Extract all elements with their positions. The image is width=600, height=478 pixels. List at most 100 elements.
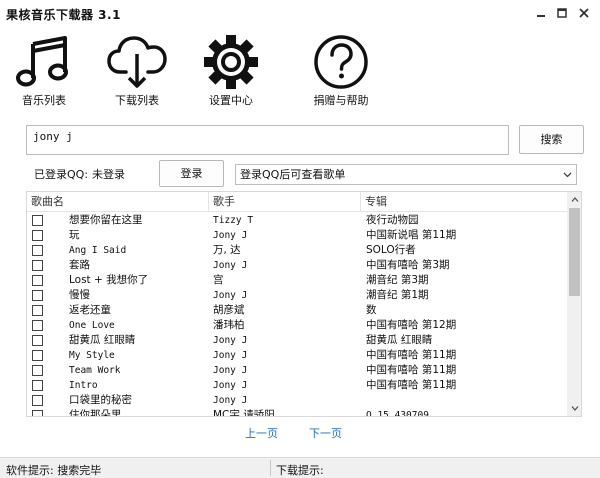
toolbar-label: 设置中心 [209, 94, 253, 107]
song-name-cell: 口袋里的秘密 [69, 394, 132, 406]
song-name-cell: One Love [69, 320, 115, 331]
cloud-download-icon [107, 34, 167, 93]
close-button[interactable] [575, 4, 593, 22]
table-row[interactable]: Ang I Said 万, 达 SOLO行者 [27, 243, 567, 258]
album-cell: 甜黄瓜 红眼睛 [366, 334, 433, 346]
row-checkbox[interactable] [32, 230, 43, 241]
vertical-scrollbar[interactable] [567, 192, 581, 416]
song-name-cell: 甜黄瓜 红眼睛 [69, 334, 136, 346]
toolbar-label: 捐赠与帮助 [313, 94, 369, 107]
singer-cell: Jony J [213, 365, 248, 376]
toolbar-download-list[interactable]: 下载列表 [97, 34, 177, 107]
singer-cell: Jony J [213, 350, 248, 361]
row-checkbox[interactable] [32, 320, 43, 331]
singer-cell: Jony J [213, 230, 248, 241]
login-button[interactable]: 登录 [159, 160, 224, 187]
row-checkbox[interactable] [32, 305, 43, 316]
maximize-icon [557, 8, 567, 18]
singer-cell: Jony J [213, 395, 248, 406]
singer-cell: MC宇 请骄阳 [213, 409, 275, 417]
maximize-button[interactable] [553, 4, 571, 22]
row-checkbox[interactable] [32, 365, 43, 376]
row-checkbox[interactable] [32, 350, 43, 361]
song-table: 歌曲名 歌手 专辑 想要你留在这里 Tizzy T 夜行动物园玩 Jony J 中国新说… [26, 191, 582, 417]
search-input[interactable]: jony j [26, 125, 509, 155]
song-name-cell: Ang I Said [69, 245, 127, 256]
music-note-icon [16, 34, 72, 91]
row-checkbox[interactable] [32, 215, 43, 226]
question-icon [313, 34, 369, 93]
window-title: 果核音乐下载器 3.1 [6, 8, 121, 22]
row-checkbox[interactable] [32, 335, 43, 346]
login-status-value: 未登录 [92, 168, 126, 181]
album-cell: 数 [366, 304, 377, 316]
album-cell: 中国有嘻哈 第12期 [366, 319, 457, 331]
album-cell: 潮音纪 第3期 [366, 274, 429, 286]
download-status: 下载提示: [276, 464, 324, 477]
row-checkbox[interactable] [32, 275, 43, 286]
prev-page-link[interactable]: 上一页 [245, 425, 278, 441]
table-row[interactable]: One Love 潘玮柏 中国有嘻哈 第12期 [27, 318, 567, 333]
search-button[interactable]: 搜索 [519, 125, 584, 154]
table-row[interactable]: Lost + 我想你了 宫 潮音纪 第3期 [27, 273, 567, 288]
minimize-button[interactable] [532, 4, 550, 22]
toolbar-donate-help[interactable]: 捐赠与帮助 [301, 34, 381, 107]
album-cell: 中国新说唱 第11期 [366, 229, 457, 241]
row-checkbox[interactable] [32, 290, 43, 301]
singer-cell: 万, 达 [213, 244, 241, 256]
row-checkbox[interactable] [32, 395, 43, 406]
close-icon [579, 8, 589, 18]
login-status: 已登录QQ: 未登录 [34, 166, 129, 182]
next-page-link[interactable]: 下一页 [309, 425, 342, 441]
song-name-cell: Intro [69, 380, 98, 391]
status-bar: 软件提示: 搜索完毕 下载提示: [0, 457, 600, 478]
table-row[interactable]: 慢慢 Jony J 潮音纪 第1期 [27, 288, 567, 303]
song-name-cell: 住你那朵里 [69, 409, 122, 417]
toolbar-label: 下载列表 [115, 94, 159, 107]
playlist-select[interactable]: 登录QQ后可查看歌单 [235, 164, 577, 185]
album-cell: 中国有嘻哈 第3期 [366, 259, 450, 271]
table-row[interactable]: 住你那朵里 MC宇 请骄阳 Q.15 430709 [27, 408, 567, 417]
album-cell: 中国有嘻哈 第11期 [366, 364, 457, 376]
status-divider [270, 460, 271, 476]
scroll-down-icon[interactable] [567, 401, 581, 416]
singer-cell: 胡彦斌 [213, 304, 245, 316]
album-cell: SOLO行者 [366, 244, 416, 256]
table-row[interactable]: 想要你留在这里 Tizzy T 夜行动物园 [27, 213, 567, 228]
scrollbar-thumb[interactable] [569, 208, 580, 296]
table-row[interactable]: 玩 Jony J 中国新说唱 第11期 [27, 228, 567, 243]
table-row[interactable]: 甜黄瓜 红眼睛 Jony J 甜黄瓜 红眼睛 [27, 333, 567, 348]
table-row[interactable]: My Style Jony J 中国有嘻哈 第11期 [27, 348, 567, 363]
column-header-song[interactable]: 歌曲名 [27, 192, 209, 212]
column-header-album[interactable]: 专辑 [361, 192, 567, 212]
singer-cell: Jony J [213, 335, 248, 346]
table-row[interactable]: Intro Jony J 中国有嘻哈 第11期 [27, 378, 567, 393]
album-cell: 潮音纪 第1期 [366, 289, 429, 301]
song-name-cell: My Style [69, 350, 115, 361]
row-checkbox[interactable] [32, 245, 43, 256]
song-name-cell: 套路 [69, 259, 90, 271]
singer-cell: 宫 [213, 274, 224, 286]
column-header-singer[interactable]: 歌手 [209, 192, 361, 212]
singer-cell: Jony J [213, 380, 248, 391]
scroll-up-icon[interactable] [567, 192, 581, 207]
song-name-cell: 玩 [69, 229, 80, 241]
toolbar-settings[interactable]: 设置中心 [191, 34, 271, 107]
singer-cell: Jony J [213, 290, 248, 301]
row-checkbox[interactable] [32, 260, 43, 271]
toolbar-music-list[interactable]: 音乐列表 [4, 34, 84, 107]
album-cell: 夜行动物园 [366, 214, 419, 226]
login-status-label: 已登录QQ: [34, 168, 89, 181]
table-row[interactable]: 套路 Jony J 中国有嘻哈 第3期 [27, 258, 567, 273]
table-row[interactable]: Team Work Jony J 中国有嘻哈 第11期 [27, 363, 567, 378]
title-bar: 果核音乐下载器 3.1 [0, 0, 600, 26]
song-name-cell: 慢慢 [69, 289, 90, 301]
row-checkbox[interactable] [32, 410, 43, 416]
playlist-select-value: 登录QQ后可查看歌单 [240, 168, 346, 181]
table-row[interactable]: 口袋里的秘密 Jony J [27, 393, 567, 408]
row-checkbox[interactable] [32, 380, 43, 391]
song-name-cell: Team Work [69, 365, 121, 376]
table-row[interactable]: 返老还童 胡彦斌 数 [27, 303, 567, 318]
chevron-down-icon[interactable] [561, 165, 573, 184]
song-name-cell: Lost + 我想你了 [69, 274, 149, 286]
